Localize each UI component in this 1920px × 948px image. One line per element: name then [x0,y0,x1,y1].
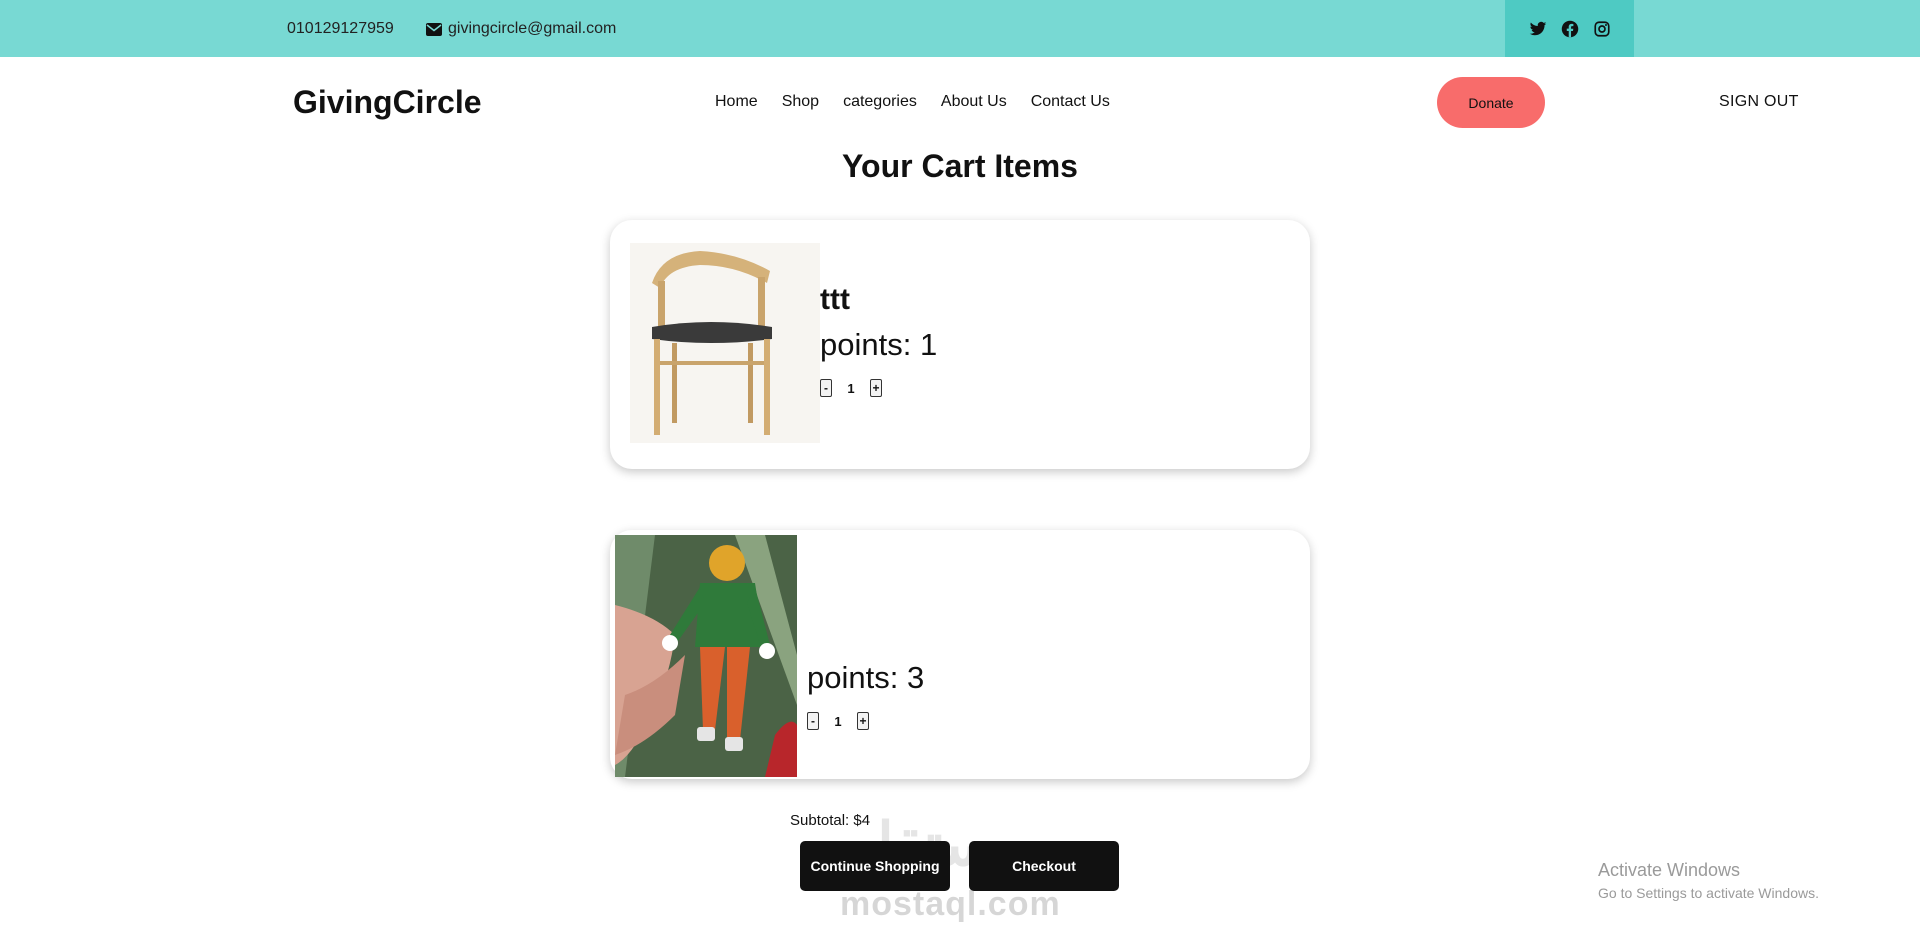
cart-item-info: points: 3 - 1 + [807,616,924,730]
page-title: Your Cart Items [842,148,1078,184]
envelope-icon [426,22,442,36]
cart-item-card: ttt points: 1 - 1 + [610,220,1310,469]
increase-quantity-button[interactable]: + [857,712,869,730]
product-image-toy [615,535,797,777]
email-address: givingcircle@gmail.com [448,20,617,37]
decrease-quantity-button[interactable]: - [807,712,819,730]
phone-number: 010129127959 [287,20,394,37]
quantity-value: 1 [847,380,855,396]
nav-contact-us[interactable]: Contact Us [1031,93,1110,111]
product-points: points: 3 [807,660,925,695]
decrease-quantity-button[interactable]: - [820,379,832,397]
social-links [1505,0,1634,57]
activate-subtitle: Go to Settings to activate Windows. [1598,885,1819,901]
quantity-stepper: - 1 + [820,379,937,397]
product-image-chair [630,243,820,443]
cart-item-card: points: 3 - 1 + [610,530,1310,779]
windows-activation-notice: Activate Windows Go to Settings to activ… [1598,860,1819,901]
watermark: mostaql.com [840,885,1061,923]
product-points: points: 1 [820,327,938,362]
quantity-stepper: - 1 + [807,712,924,730]
facebook-icon[interactable] [1561,20,1579,38]
sign-out-link[interactable]: SIGN OUT [1719,93,1799,111]
product-name: ttt [820,283,850,316]
continue-shopping-button[interactable]: Continue Shopping [800,841,950,891]
activate-title: Activate Windows [1598,860,1741,880]
increase-quantity-button[interactable]: + [870,379,882,397]
email-contact[interactable]: givingcircle@gmail.com [426,20,616,38]
checkout-button[interactable]: Checkout [969,841,1119,891]
product-name [807,616,924,656]
twitter-icon[interactable] [1529,20,1547,38]
quantity-value: 1 [834,713,842,729]
nav-categories[interactable]: categories [843,93,917,111]
nav-home[interactable]: Home [715,93,758,111]
cart-item-info: ttt points: 1 - 1 + [820,283,937,397]
top-contact-bar: 010129127959 givingcircle@gmail.com [0,0,1920,57]
donate-button[interactable]: Donate [1437,77,1545,128]
main-nav: Home Shop categories About Us Contact Us [715,93,1110,111]
instagram-icon[interactable] [1593,20,1611,38]
nav-shop[interactable]: Shop [782,93,819,111]
brand-logo[interactable]: GivingCircle [293,84,482,121]
nav-about-us[interactable]: About Us [941,93,1007,111]
